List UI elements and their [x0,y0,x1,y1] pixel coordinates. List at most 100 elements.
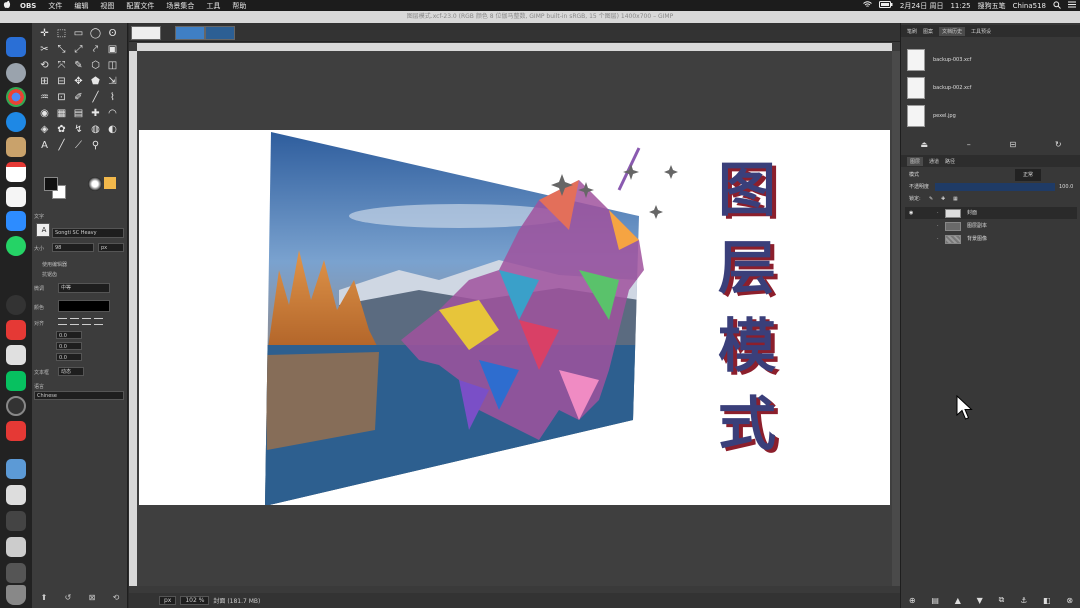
trash-icon[interactable] [6,585,26,605]
tool-icon[interactable]: ⤢ [70,42,87,58]
user-name[interactable]: China518 [1013,2,1046,10]
tool-icon[interactable]: ✚ [87,106,104,122]
menu-view[interactable]: 视图 [100,1,114,11]
tool-icon[interactable]: ╱ [87,90,104,106]
tool-icon[interactable]: ⬚ [53,26,70,42]
line-spacing-input[interactable]: 0.0 [56,342,82,350]
tool-icon[interactable]: ⟲ [36,58,53,74]
wifi-icon[interactable] [863,1,872,10]
use-editor-checkbox[interactable]: 使用编辑器 [42,261,67,268]
tool-icon[interactable]: ⤡ [53,42,70,58]
menu-help[interactable]: 帮助 [232,1,246,11]
history-item[interactable]: pexel.jpg [907,105,1067,127]
hinting-select[interactable]: 中等 [58,283,110,293]
tool-icon[interactable]: ✿ [53,122,70,138]
layer-row[interactable]: · 背景图像 [905,233,1077,245]
vertical-ruler[interactable] [129,51,137,586]
eye-icon[interactable]: ◉ [909,207,913,219]
app-menu-obs[interactable]: OBS [20,2,36,10]
unit-select[interactable]: px [159,596,177,605]
tab-paths[interactable]: 路径 [945,158,955,165]
tool-icon[interactable]: ⊡ [53,90,70,106]
restore-preset-icon[interactable]: ↺ [65,593,72,607]
tool-icon[interactable]: ʘ [104,26,121,42]
date-label[interactable]: 2月24日 周日 [900,1,944,11]
tool-icon[interactable]: ◍ [87,122,104,138]
tool-icon[interactable]: ⤤ [87,42,104,58]
tab-document-history[interactable]: 文档历史 [939,26,966,36]
lock-alpha-icon[interactable]: ▦ [953,193,958,205]
refresh-icon[interactable]: ↻ [1055,140,1062,149]
menu-file[interactable]: 文件 [48,1,62,11]
letter-spacing-input[interactable]: 0.0 [56,353,82,361]
tool-icon[interactable]: ⇲ [104,74,121,90]
open-icon[interactable]: ⏏ [920,140,928,149]
justify-left-icon[interactable] [58,318,67,325]
tool-icon[interactable]: ✂ [36,42,53,58]
canvas-workspace[interactable]: 图图层层模模式式 [137,51,892,586]
tool-icon[interactable]: ⤧ [53,58,70,74]
time-label[interactable]: 11:25 [950,2,970,10]
raise-layer-icon[interactable]: ▲ [955,596,961,605]
chain-icon[interactable]: · [937,207,939,219]
tool-icon[interactable]: ♒ [36,90,53,106]
search-icon[interactable] [1053,0,1061,11]
chain-icon[interactable]: · [937,220,939,232]
image-canvas[interactable]: 图图层层模模式式 [139,130,890,505]
gradient-preview-icon[interactable] [104,177,116,189]
clock-icon[interactable] [6,396,26,416]
folder-icon[interactable] [6,459,26,479]
image-tab-2[interactable] [175,26,205,40]
zoom-select[interactable]: 102 % [180,596,210,605]
launchpad-icon[interactable] [6,63,26,83]
tool-icon[interactable]: ✐ [70,90,87,106]
tool-icon[interactable]: ◯ [87,26,104,42]
tool-icon[interactable]: ⊟ [53,74,70,90]
tool-icon[interactable]: ✎ [70,58,87,74]
menu-tools[interactable]: 工具 [206,1,220,11]
image-tab-1[interactable] [131,26,161,40]
remove-icon[interactable]: – [967,140,971,149]
whatsapp-icon[interactable] [6,236,26,256]
antialias-checkbox[interactable]: 抗锯齿 [42,271,57,278]
box-select[interactable]: 动态 [58,367,84,376]
tab-tool-presets[interactable]: 工具预设 [971,28,991,35]
vertical-scrollbar[interactable] [892,51,900,586]
opacity-slider[interactable] [935,183,1055,191]
delete-layer-icon[interactable]: ⊗ [1066,596,1073,605]
tool-icon[interactable]: A [36,138,53,154]
tab-layers[interactable]: 图层 [907,156,924,166]
battery-icon[interactable] [878,1,893,10]
font-field[interactable]: Songti SC Heavy [52,228,124,238]
tool-icon[interactable]: ◫ [104,58,121,74]
tool-icon[interactable]: ⬟ [87,74,104,90]
tool-icon[interactable]: ⌇ [104,90,121,106]
mask-layer-icon[interactable]: ◧ [1043,596,1051,605]
justify-fill-icon[interactable] [94,318,103,325]
justify-center-icon[interactable] [82,318,91,325]
opacity-value[interactable]: 100.0 [1059,181,1073,193]
tool-icon[interactable]: ▭ [70,26,87,42]
tool-icon[interactable]: ▦ [53,106,70,122]
duplicate-layer-icon[interactable]: ⧉ [999,595,1005,605]
tool-icon[interactable]: ⟋ [70,138,87,154]
font-preview-icon[interactable]: A [36,223,50,237]
lower-layer-icon[interactable]: ▼ [977,596,983,605]
history-item[interactable]: backup-002.xcf [907,77,1067,99]
tool-icon[interactable]: ╱ [53,138,70,154]
screenshot-icon[interactable] [6,537,26,557]
calendar-icon[interactable] [6,162,26,182]
language-input[interactable]: Chinese [34,391,124,400]
tool-icon[interactable]: ✥ [70,74,87,90]
text-color-button[interactable] [58,300,110,312]
chain-icon[interactable]: · [937,233,939,245]
tool-icon[interactable]: ⚲ [87,138,104,154]
finder-icon[interactable] [6,37,26,57]
tool-icon[interactable]: ✛ [36,26,53,42]
obs-icon[interactable] [6,295,26,315]
justify-right-icon[interactable] [70,318,79,325]
zoom-icon[interactable] [6,211,26,231]
wechat-icon[interactable] [6,371,26,391]
input-method[interactable]: 搜狗五笔 [978,1,1006,11]
delete-preset-icon[interactable]: ⊠ [89,593,96,607]
